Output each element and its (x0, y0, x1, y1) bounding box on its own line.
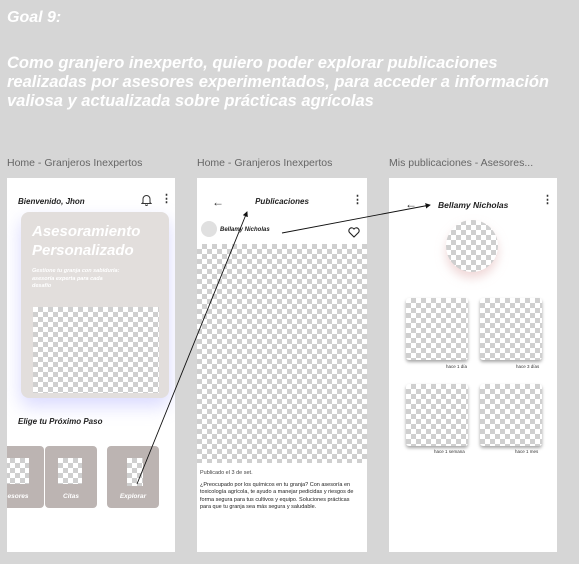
frame-label-publicaciones: Home - Granjeros Inexpertos (197, 157, 333, 169)
frame-label-home: Home - Granjeros Inexpertos (7, 157, 143, 169)
post-thumbnail[interactable] (406, 298, 468, 360)
category-label: esores (7, 493, 29, 500)
profile-avatar (446, 220, 498, 272)
category-image (7, 458, 29, 484)
frame-mis-publicaciones: ← Bellamy Nicholas ⋮ hace 1 día hace 3 d… (389, 178, 557, 552)
more-vertical-icon[interactable]: ⋮ (352, 195, 363, 206)
category-asesores[interactable]: esores (7, 446, 44, 508)
post-time: hace 3 días (516, 364, 540, 369)
post-thumbnail[interactable] (480, 384, 542, 446)
category-explorar[interactable]: Explorar (107, 446, 159, 508)
section-title: Elige tu Próximo Paso (18, 417, 103, 426)
bell-icon[interactable] (140, 193, 153, 206)
card-text: Gestione tu granja con sabiduría: asesor… (32, 268, 120, 289)
user-story: Como granjero inexperto, quiero poder ex… (7, 54, 549, 110)
frame-publicaciones: ← Publicaciones ⋮ Bellamy Nicholas Publi… (197, 178, 367, 552)
goal-title: Goal 9: (7, 9, 62, 26)
category-label: Explorar (119, 493, 147, 500)
card-image (33, 307, 159, 393)
category-image (127, 458, 143, 486)
post-time: hace 1 día (446, 364, 468, 369)
category-citas[interactable]: Citas (45, 446, 97, 508)
category-image (58, 458, 82, 484)
post-image (197, 244, 367, 463)
post-date: Publicado el 3 de set. (200, 470, 253, 476)
card-title: Asesoramiento Personalizado (32, 223, 141, 259)
heart-icon[interactable] (348, 225, 360, 238)
frame-home: Bienvenido, Jhon ⋮ Asesoramiento Persona… (7, 178, 175, 552)
frame-label-mis-publicaciones: Mis publicaciones - Asesores... (389, 157, 534, 169)
more-vertical-icon[interactable]: ⋮ (161, 194, 172, 205)
more-vertical-icon[interactable]: ⋮ (542, 195, 553, 206)
advice-card[interactable]: Asesoramiento Personalizado Gestione tu … (21, 212, 169, 398)
category-label: Citas (63, 493, 79, 500)
greeting: Bienvenido, Jhon (18, 197, 85, 206)
header-title: Bellamy Nicholas (438, 200, 509, 210)
header-title: Publicaciones (255, 197, 309, 206)
post-time: hace 1 mes (515, 449, 539, 454)
arrow-left-icon[interactable]: ← (405, 197, 417, 211)
post-body: ¿Preocupado por los químicos en tu granj… (200, 482, 354, 510)
author-name[interactable]: Bellamy Nicholas (220, 227, 270, 233)
post-thumbnail[interactable] (406, 384, 468, 446)
author-avatar[interactable] (201, 221, 217, 237)
post-thumbnail[interactable] (480, 298, 542, 360)
post-time: hace 1 semana (434, 449, 465, 454)
